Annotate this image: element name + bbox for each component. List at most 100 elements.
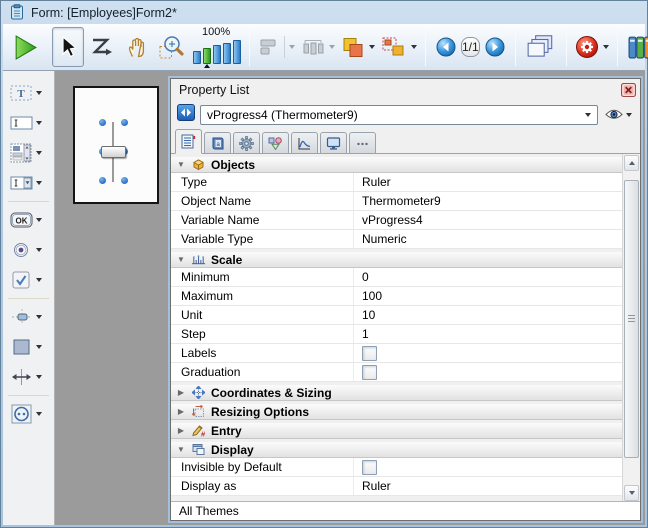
selection-handle[interactable]: [121, 177, 128, 184]
zoom-bar-50[interactable]: [193, 51, 201, 64]
dropdown-arrow-icon[interactable]: [36, 278, 42, 282]
pan-tool-button[interactable]: [120, 27, 154, 67]
combo-box-tool[interactable]: [3, 168, 54, 198]
previous-page-button[interactable]: [431, 27, 461, 67]
expand-arrow-icon[interactable]: ▶: [176, 388, 186, 397]
scrollbar-thumb[interactable]: [624, 180, 639, 458]
tab-settings[interactable]: [233, 132, 260, 153]
level-tools-button[interactable]: [338, 36, 378, 59]
section-header-objects[interactable]: ▼Objects: [171, 157, 623, 173]
dropdown-arrow-icon[interactable]: [36, 151, 42, 155]
selection-handle[interactable]: [99, 119, 106, 126]
tab-more[interactable]: [349, 132, 376, 153]
duplicate-tools-button[interactable]: [378, 36, 420, 58]
tab-display[interactable]: [320, 132, 347, 153]
property-value-object-name[interactable]: Thermometer9: [353, 192, 623, 210]
dropdown-arrow-icon[interactable]: [36, 91, 42, 95]
collapse-arrow-icon[interactable]: ▼: [176, 160, 186, 169]
plugin-area-tool[interactable]: [3, 399, 54, 429]
checkbox-tool[interactable]: [3, 265, 54, 295]
execute-form-button[interactable]: [7, 27, 44, 67]
entry-order-tool-button[interactable]: [84, 27, 120, 67]
zoom-bar-400[interactable]: [223, 43, 231, 64]
dropdown-arrow-icon[interactable]: [411, 45, 417, 49]
combobox-arrow-icon[interactable]: [585, 113, 591, 117]
dropdown-arrow-icon[interactable]: [36, 412, 42, 416]
property-value-display-as[interactable]: Ruler: [353, 477, 623, 495]
selection-handle[interactable]: [121, 119, 128, 126]
rectangle-tool[interactable]: [3, 332, 54, 362]
collapse-arrow-icon[interactable]: ▼: [176, 445, 186, 454]
property-value-type[interactable]: Ruler: [353, 173, 623, 191]
object-selector-combobox[interactable]: vProgress4 (Thermometer9): [200, 105, 598, 125]
property-list-titlebar[interactable]: Property List: [171, 79, 640, 101]
checkbox[interactable]: [362, 365, 377, 380]
form-canvas[interactable]: [73, 86, 159, 204]
next-page-button[interactable]: [480, 27, 510, 67]
property-value-unit[interactable]: 10: [353, 306, 623, 324]
page-indicator-field[interactable]: 1/1: [461, 37, 480, 57]
radio-button-tool[interactable]: [3, 235, 54, 265]
scroll-up-button[interactable]: [624, 155, 639, 171]
section-header-coordinates-sizing[interactable]: ▶Coordinates & Sizing: [171, 385, 623, 401]
section-header-scale[interactable]: ▼Scale: [171, 252, 623, 268]
form-icon: [9, 4, 25, 23]
collapse-arrow-icon[interactable]: ▼: [176, 255, 186, 264]
list-box-tool[interactable]: [3, 138, 54, 168]
dropdown-arrow-icon[interactable]: [36, 248, 42, 252]
property-value-minimum[interactable]: 0: [353, 268, 623, 286]
tab-property-list[interactable]: [175, 129, 202, 154]
zoom-bar-800[interactable]: [233, 40, 241, 64]
section-header-display[interactable]: ▼Display: [171, 442, 623, 458]
close-panel-button[interactable]: [621, 83, 636, 97]
selection-tool-button[interactable]: [52, 27, 84, 67]
expression-button[interactable]: [177, 104, 195, 126]
dropdown-arrow-icon[interactable]: [603, 45, 609, 49]
checkbox[interactable]: [362, 346, 377, 361]
settings-button[interactable]: [572, 35, 612, 59]
tab-objects[interactable]: [262, 132, 289, 153]
splitter-tool[interactable]: [3, 362, 54, 392]
scrollbar[interactable]: [622, 154, 640, 502]
property-value-variable-type[interactable]: Numeric: [353, 230, 623, 248]
dropdown-arrow-icon[interactable]: [369, 45, 375, 49]
slider-tool[interactable]: [3, 302, 54, 332]
theme-footer[interactable]: All Themes: [171, 501, 640, 520]
property-value-step[interactable]: 1: [353, 325, 623, 343]
static-text-tool[interactable]: T: [3, 78, 54, 108]
selection-handle[interactable]: [99, 177, 106, 184]
zoom-control[interactable]: 100%: [193, 26, 241, 68]
form-pages-button[interactable]: [521, 27, 561, 67]
dropdown-arrow-icon[interactable]: [329, 45, 335, 49]
zoom-tool-button[interactable]: [154, 27, 190, 67]
dropdown-arrow-icon[interactable]: [36, 121, 42, 125]
ruler-object[interactable]: [101, 146, 126, 158]
input-field-tool[interactable]: [3, 108, 54, 138]
dropdown-arrow-icon[interactable]: [36, 315, 42, 319]
scroll-down-button[interactable]: [624, 485, 639, 501]
button-tool[interactable]: OK: [3, 205, 54, 235]
dropdown-arrow-icon[interactable]: [36, 181, 42, 185]
dropdown-arrow-icon[interactable]: [36, 345, 42, 349]
zoom-bar-200[interactable]: [213, 45, 221, 64]
dropdown-arrow-icon[interactable]: [289, 45, 295, 49]
tab-events[interactable]: [291, 132, 318, 153]
window-titlebar[interactable]: Form: [Employees]Form2*: [3, 2, 645, 24]
distribute-tools-button[interactable]: [298, 38, 338, 57]
checkbox[interactable]: [362, 460, 377, 475]
section-header-entry[interactable]: ▶#Entry: [171, 423, 623, 439]
property-value-variable-name[interactable]: vProgress4: [353, 211, 623, 229]
themes-button[interactable]: [623, 27, 648, 67]
expand-arrow-icon[interactable]: ▶: [176, 407, 186, 416]
section-header-resizing-options[interactable]: ▶Resizing Options: [171, 404, 623, 420]
dropdown-arrow-icon[interactable]: [36, 375, 42, 379]
zoom-bars[interactable]: [193, 39, 241, 64]
property-value-maximum[interactable]: 100: [353, 287, 623, 305]
dropdown-arrow-icon[interactable]: [36, 218, 42, 222]
align-tools-button[interactable]: [255, 36, 298, 58]
zoom-bar-100[interactable]: [203, 48, 211, 64]
view-options-button[interactable]: [603, 108, 634, 121]
expand-arrow-icon[interactable]: ▶: [176, 426, 186, 435]
dropdown-arrow-icon[interactable]: [626, 113, 632, 117]
tab-data[interactable]: a: [204, 132, 231, 153]
